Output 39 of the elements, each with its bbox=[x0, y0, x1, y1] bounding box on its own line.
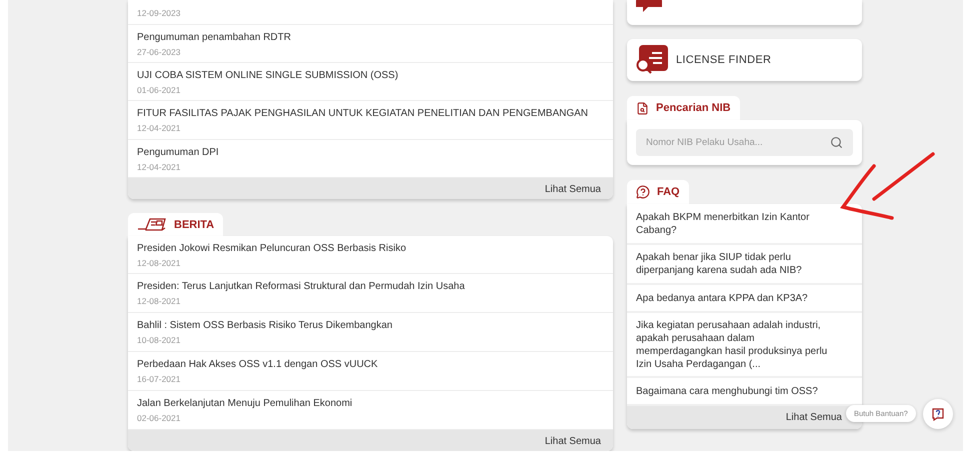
faq-question[interactable]: Jika kegiatan perusahaan adalah industri, apakah perusahaan dalam memperdagangkan hasil produksinya perlu Izin Usaha Perdagangan (... bbox=[627, 313, 862, 378]
newspaper-icon bbox=[137, 217, 167, 232]
announcement-title[interactable]: Pengumuman DPI bbox=[137, 146, 604, 160]
news-title[interactable]: Perbedaan Hak Akses OSS v1.1 dengan OSS vUUCK bbox=[137, 358, 604, 372]
news-date: 10-08-2021 bbox=[137, 335, 182, 346]
announcement-date: 27-06-2023 bbox=[137, 46, 182, 56]
see-all-link[interactable]: Lihat Semua bbox=[544, 184, 601, 195]
news-heading: BERITA bbox=[174, 218, 214, 230]
announcement-title[interactable]: UJI COBA SISTEM ONLINE SINGLE SUBMISSION (OSS) bbox=[137, 68, 604, 82]
faq-heading: FAQ bbox=[657, 186, 680, 198]
announcement-date: 01-06-2021 bbox=[137, 84, 182, 94]
search-icon[interactable] bbox=[830, 136, 843, 149]
see-all-link[interactable]: Lihat Semua bbox=[786, 412, 842, 423]
announcement-date: 12-04-2021 bbox=[137, 162, 182, 172]
help-icon bbox=[932, 408, 944, 420]
faq-question[interactable]: Apakah benar jika SIUP tidak perlu diperpanjang karena sudah ada NIB? bbox=[627, 245, 862, 285]
license-finder-card[interactable]: LICENSE FINDER bbox=[627, 39, 862, 81]
news-date: 16-07-2021 bbox=[137, 374, 182, 384]
news-title[interactable]: Presiden Jokowi Resmikan Peluncuran OSS Berbasis Risiko bbox=[137, 242, 604, 256]
news-date: 12-08-2021 bbox=[137, 258, 182, 268]
announcement-date: 12-09-2023 bbox=[137, 8, 182, 18]
faq-question[interactable]: Apakah BKPM menerbitkan Izin Kantor Cabang? bbox=[627, 204, 862, 245]
speech-bubble-icon bbox=[636, 0, 662, 14]
announcement-date: 12-04-2021 bbox=[137, 123, 182, 133]
nib-search-heading: Pencarian NIB bbox=[656, 102, 731, 114]
question-bubble-icon bbox=[636, 185, 650, 199]
news-title[interactable]: Jalan Berkelanjutan Menuju Pemulihan Ekonomi bbox=[137, 397, 604, 412]
document-search-icon bbox=[636, 102, 649, 114]
see-all-link[interactable]: Lihat Semua bbox=[544, 436, 601, 448]
faq-question[interactable]: Apa bedanya antara KPPA dan KP3A? bbox=[627, 285, 862, 313]
news-date: 12-08-2021 bbox=[137, 296, 182, 306]
nib-search-field[interactable]: Nomor NIB Pelaku Usaha... bbox=[636, 129, 853, 156]
license-finder-label: LICENSE FINDER bbox=[676, 54, 772, 66]
license-search-icon bbox=[636, 45, 668, 75]
announcement-title[interactable]: Pengumuman penambahan RDTR bbox=[137, 30, 604, 44]
announcement-title[interactable]: FITUR FASILITAS PAJAK PENGHASILAN UNTUK KEGIATAN PENELITIAN DAN PENGEMBANGAN bbox=[137, 107, 604, 121]
news-title[interactable]: Bahlil : Sistem OSS Berbasis Risiko Terus Dikembangkan bbox=[137, 319, 604, 334]
news-title[interactable]: Presiden: Terus Lanjutkan Reformasi Struktural dan Permudah Izin Usaha bbox=[137, 280, 604, 294]
news-date: 02-06-2021 bbox=[137, 413, 182, 424]
